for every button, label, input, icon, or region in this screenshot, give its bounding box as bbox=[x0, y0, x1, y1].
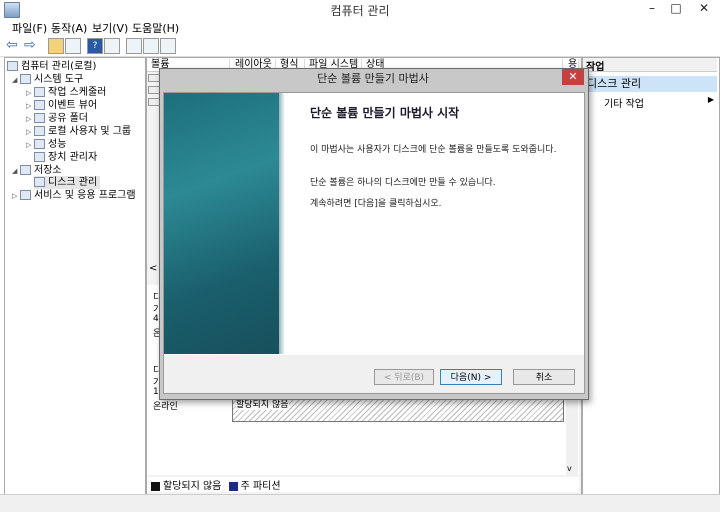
storage-icon bbox=[20, 165, 31, 175]
export-icon[interactable] bbox=[160, 38, 176, 54]
tree-root[interactable]: 컴퓨터 관리(로컬) bbox=[7, 60, 96, 73]
window-title: 컴퓨터 관리 bbox=[330, 4, 390, 18]
disk-label: 1 bbox=[153, 387, 159, 397]
disk-label: 4 bbox=[153, 314, 159, 324]
expand-arrow-icon[interactable]: ▷ bbox=[26, 139, 34, 152]
properties-icon[interactable] bbox=[143, 38, 159, 54]
menu-view[interactable]: 보기(V) bbox=[92, 20, 128, 36]
clock-icon bbox=[34, 87, 45, 97]
tree-disk-management[interactable]: 디스크 관리 bbox=[34, 176, 101, 189]
menu-action[interactable]: 동작(A) bbox=[51, 20, 87, 36]
tree-task-scheduler[interactable]: ▷ 작업 스케줄러 bbox=[26, 86, 106, 99]
tree-shared-folders[interactable]: ▷ 공유 폴더 bbox=[26, 112, 88, 125]
cancel-button[interactable]: 취소 bbox=[513, 369, 575, 385]
tree-local-users[interactable]: ▷ 로컬 사용자 및 그룹 bbox=[26, 125, 131, 138]
dialog-paragraph: 이 마법사는 사용자가 디스크에 단순 볼륨을 만들도록 도와줍니다. bbox=[310, 145, 557, 155]
dialog-close-button[interactable]: ✕ bbox=[562, 69, 584, 85]
close-button[interactable]: ✕ bbox=[694, 1, 714, 15]
dialog-heading: 단순 볼륨 만들기 마법사 시작 bbox=[310, 106, 460, 120]
computer-icon bbox=[7, 61, 18, 71]
help-icon[interactable]: ? bbox=[87, 38, 103, 54]
status-bar bbox=[0, 494, 720, 512]
refresh-icon[interactable] bbox=[126, 38, 142, 54]
shared-folder-icon bbox=[34, 113, 45, 123]
forward-arrow-icon[interactable]: ⇨ bbox=[24, 37, 36, 53]
menu-file[interactable]: 파일(F) bbox=[12, 20, 47, 36]
panel-icon[interactable] bbox=[104, 38, 120, 54]
scroll-down-button[interactable]: v bbox=[567, 464, 572, 473]
tree-services[interactable]: ▷ 서비스 및 응용 프로그램 bbox=[12, 189, 136, 202]
submenu-arrow-icon: ▶ bbox=[707, 95, 714, 104]
device-manager-icon bbox=[34, 152, 45, 162]
tree-device-manager[interactable]: 장치 관리자 bbox=[34, 151, 97, 164]
tree-system-tools[interactable]: ◢ 시스템 도구 bbox=[12, 73, 83, 86]
event-viewer-icon bbox=[34, 100, 45, 110]
primary-swatch bbox=[228, 481, 238, 491]
show-tree-icon[interactable] bbox=[65, 38, 81, 54]
users-icon bbox=[34, 126, 45, 136]
actions-more[interactable]: 기타 작업 ▶ bbox=[604, 95, 716, 110]
performance-icon bbox=[34, 139, 45, 149]
dialog-title: 단순 볼륨 만들기 마법사 bbox=[317, 72, 429, 85]
legend-unallocated: 할당되지 않음 bbox=[163, 481, 222, 492]
unallocated-swatch bbox=[151, 481, 160, 491]
back-button[interactable]: < 뒤로(B) bbox=[374, 369, 434, 385]
up-folder-icon[interactable] bbox=[48, 38, 64, 54]
disk-icon bbox=[34, 177, 45, 187]
actions-pane bbox=[582, 57, 720, 495]
actions-disk-management[interactable]: 디스크 관리 bbox=[583, 76, 717, 92]
tools-icon bbox=[20, 74, 31, 84]
services-icon bbox=[20, 190, 31, 200]
next-button[interactable]: 다음(N) > bbox=[440, 369, 502, 385]
disk-label: 온라인 bbox=[153, 402, 178, 412]
legend: 할당되지 않음 주 파티션 bbox=[147, 477, 579, 492]
dialog-paragraph: 단순 볼륨은 하나의 디스크에만 만들 수 있습니다. bbox=[310, 178, 496, 188]
wizard-banner-image bbox=[164, 93, 279, 354]
scroll-left-button[interactable]: < bbox=[149, 263, 157, 274]
banner-edge bbox=[279, 93, 285, 354]
actions-header: 작업 bbox=[583, 58, 717, 73]
back-arrow-icon[interactable]: ⇦ bbox=[6, 37, 18, 53]
menu-help[interactable]: 도움말(H) bbox=[132, 20, 179, 36]
dialog-paragraph: 계속하려면 [다음]을 클릭하십시오. bbox=[310, 199, 442, 209]
maximize-button[interactable]: □ bbox=[666, 1, 686, 15]
collapse-arrow-icon[interactable]: ◢ bbox=[12, 74, 20, 87]
minimize-button[interactable]: – bbox=[642, 1, 662, 15]
tree-event-viewer[interactable]: ▷ 이벤트 뷰어 bbox=[26, 99, 97, 112]
legend-primary: 주 파티션 bbox=[240, 481, 281, 492]
expand-arrow-icon[interactable]: ▷ bbox=[12, 190, 20, 203]
tree-performance[interactable]: ▷ 성능 bbox=[26, 138, 66, 151]
collapse-arrow-icon[interactable]: ◢ bbox=[12, 165, 20, 178]
